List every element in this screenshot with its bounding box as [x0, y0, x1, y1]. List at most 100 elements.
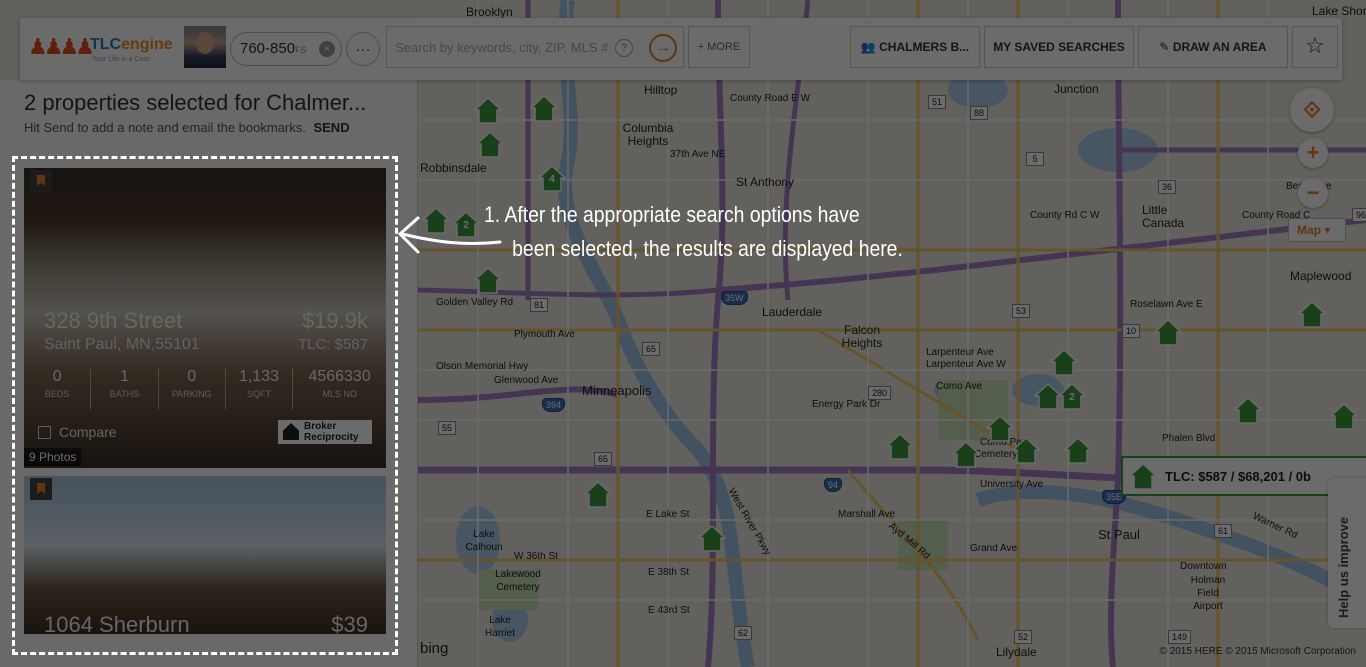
- bing-logo: bing: [420, 640, 449, 657]
- map-label: Hilltop: [644, 83, 678, 97]
- property-marker[interactable]: [1049, 348, 1079, 376]
- road-shield: 280: [868, 386, 892, 400]
- road-shield: 96: [1352, 208, 1366, 222]
- search-input[interactable]: [387, 27, 623, 67]
- agent-avatar[interactable]: [184, 26, 226, 68]
- search-go-icon[interactable]: →: [649, 34, 677, 62]
- tutorial-line-2: been selected, the results are displayed…: [512, 236, 903, 261]
- zoom-in-button[interactable]: +: [1298, 138, 1328, 168]
- road-shield: 65: [594, 452, 613, 466]
- zoom-out-button[interactable]: −: [1298, 178, 1328, 208]
- property-marker[interactable]: [885, 432, 915, 460]
- map-label: Junction: [1054, 82, 1099, 96]
- road-shield: 149: [1168, 630, 1192, 644]
- property-marker[interactable]: [985, 414, 1015, 442]
- road-shield: 5: [1026, 152, 1044, 166]
- property-marker[interactable]: [529, 94, 559, 122]
- map-label: Minneapolis: [582, 383, 652, 398]
- property-marker[interactable]: 2: [1057, 382, 1087, 410]
- price-filter-chip[interactable]: 760-850FS ×: [230, 32, 342, 66]
- property-marker[interactable]: [1233, 396, 1263, 424]
- map-label: Roselawn Ave E: [1130, 299, 1203, 310]
- locate-icon: ⟐: [1303, 97, 1321, 122]
- property-marker[interactable]: [697, 524, 727, 552]
- road-shield: 88: [970, 106, 989, 120]
- draw-area-button[interactable]: ✎ DRAW AN AREA: [1138, 26, 1288, 68]
- selection-hint: Hit Send to add a note and email the boo…: [24, 120, 350, 135]
- property-marker[interactable]: [473, 96, 503, 124]
- map-label: Larpenteur Ave W: [926, 359, 1006, 370]
- map-label: County Rd C W: [1030, 210, 1100, 221]
- house-icon: [1129, 462, 1157, 490]
- tutorial-callout: 1. After the appropriate search options …: [484, 198, 903, 266]
- map-label: E 43rd St: [648, 605, 690, 616]
- client-button[interactable]: 👥 CHALMERS B...: [850, 26, 980, 68]
- results-highlight-frame: [12, 156, 398, 655]
- more-filters-button[interactable]: …: [346, 32, 380, 66]
- help-us-improve-tab[interactable]: Help us improve: [1328, 478, 1366, 628]
- property-marker[interactable]: [473, 266, 503, 294]
- users-icon: 👥: [860, 40, 876, 54]
- map-label: Plymouth Ave: [514, 329, 575, 340]
- road-shield: 52: [1014, 630, 1033, 644]
- map-label: Maplewood: [1290, 269, 1352, 283]
- hint-text: Hit Send to add a note and email the boo…: [24, 120, 306, 135]
- map-label: Grand Ave: [970, 543, 1018, 554]
- road-shield: 35W: [721, 291, 748, 305]
- map-label: Lake Calhoun: [465, 529, 503, 553]
- logo-tagline: Your Life in a Cost: [92, 56, 149, 63]
- map-copyright: © 2015 HERE © 2015 Microsoft Corporation: [1159, 646, 1357, 657]
- pencil-icon: ✎: [1159, 40, 1170, 54]
- property-marker[interactable]: [1329, 402, 1359, 430]
- map-label: E Lake St: [646, 509, 690, 520]
- send-link[interactable]: SEND: [313, 120, 349, 135]
- property-marker[interactable]: [951, 440, 981, 468]
- family-logo-icon: ♟♟♟♟: [28, 34, 95, 59]
- property-marker[interactable]: [1011, 436, 1041, 464]
- favorites-star-button[interactable]: ☆: [1292, 26, 1338, 68]
- road-shield: 65: [642, 342, 661, 356]
- cluster-count: 2: [1069, 392, 1075, 403]
- map-label: University Ave: [980, 479, 1044, 490]
- map-canvas[interactable]: Brooklyn Lake Shore Hilltop Columbia Hei…: [418, 0, 1366, 667]
- map-label: Little Canada: [1142, 203, 1185, 230]
- cluster-count: 4: [549, 174, 555, 185]
- map-label: Holman Field Airport: [1190, 575, 1226, 612]
- property-marker[interactable]: [583, 480, 613, 508]
- price-filter-value: 760-850: [240, 40, 296, 57]
- minus-icon: −: [1306, 180, 1320, 205]
- property-marker[interactable]: [1063, 436, 1093, 464]
- map-label: E 38th St: [648, 567, 690, 578]
- road-shield: 394: [542, 398, 566, 412]
- map-label: Olson Memorial Hwy: [436, 361, 529, 372]
- help-tab-label: Help us improve: [1336, 516, 1351, 618]
- logo-brand: TLCengine: [90, 36, 173, 53]
- tlcengine-logo[interactable]: ♟♟♟♟ TLCengine Your Life in a Cost: [28, 30, 178, 68]
- map-label: St Paul: [1098, 527, 1140, 542]
- map-label: Marshall Ave: [838, 509, 896, 520]
- map-label: Robbinsdale: [420, 161, 487, 175]
- road-shield: 10: [1122, 324, 1141, 338]
- top-toolbar: ♟♟♟♟ TLCengine Your Life in a Cost 760-8…: [20, 18, 1342, 80]
- map-label: Como Ave: [936, 381, 982, 392]
- map-label: Phalen Blvd: [1162, 433, 1216, 444]
- property-marker[interactable]: [1153, 318, 1183, 346]
- map-label: Lake Harriet: [484, 615, 515, 639]
- map-label: Lakewood Cemetery: [495, 569, 541, 593]
- map-label: Columbia Heights: [622, 121, 674, 148]
- more-button[interactable]: + MORE: [688, 26, 750, 68]
- property-marker[interactable]: [475, 130, 505, 158]
- map-label: Golden Valley Rd: [436, 297, 514, 308]
- saved-searches-button[interactable]: MY SAVED SEARCHES: [984, 26, 1134, 68]
- map-label: W 36th St: [514, 551, 558, 562]
- map-label: Downtown: [1180, 561, 1227, 572]
- property-marker[interactable]: [1297, 300, 1327, 328]
- locate-button[interactable]: ⟐: [1290, 88, 1334, 132]
- plus-icon: +: [1306, 140, 1320, 165]
- property-marker[interactable]: 4: [537, 164, 567, 192]
- clear-filter-icon[interactable]: ×: [319, 41, 335, 57]
- map-label: Glenwood Ave: [494, 375, 559, 386]
- tutorial-line-1: 1. After the appropriate search options …: [484, 202, 860, 227]
- map-type-dropdown[interactable]: Map ▾: [1288, 218, 1346, 242]
- help-icon[interactable]: ?: [615, 39, 633, 57]
